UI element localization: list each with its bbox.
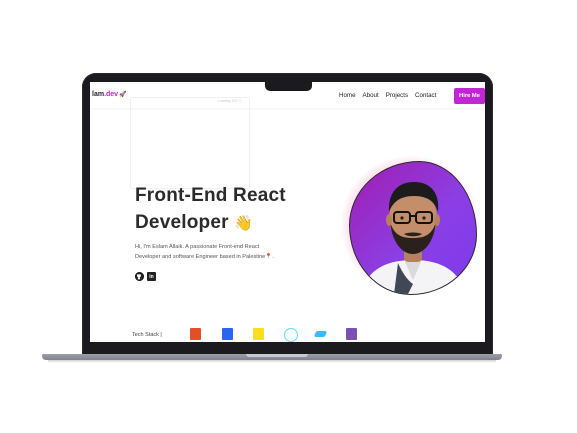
- waving-hand-icon: 👋: [234, 215, 254, 232]
- ghost-label: Loading 100 ⓘ: [218, 99, 242, 103]
- hero-title: Front-End React Developer 👋: [135, 182, 325, 237]
- tech-stack-label: Tech Stack |: [132, 332, 162, 338]
- social-links: in: [135, 272, 156, 281]
- profile-portrait: [349, 161, 477, 295]
- site-logo[interactable]: lam.dev🚀: [92, 91, 127, 98]
- bootstrap-icon: [346, 328, 357, 340]
- hero-description: Hi, I'm Eslam Allaik. A passionate Front…: [135, 242, 315, 262]
- hero-title-line2: Developer: [135, 212, 229, 233]
- hero-title-line2-wrap: Developer 👋: [135, 209, 325, 237]
- html5-icon: [190, 328, 201, 340]
- hero-desc-line1: Hi, I'm Eslam Allaik. A passionate Front…: [135, 244, 260, 250]
- nav-item-home[interactable]: Home: [339, 92, 356, 99]
- ghost-frame: [130, 97, 250, 189]
- laptop-screen: lam.dev🚀 Home About Projects Contact Hir…: [90, 82, 485, 342]
- linkedin-icon[interactable]: in: [147, 272, 156, 281]
- laptop-base-notch: [246, 354, 308, 357]
- rocket-icon: 🚀: [119, 92, 127, 98]
- camera-notch: [265, 82, 312, 91]
- github-icon[interactable]: [135, 272, 144, 281]
- tailwind-icon: [313, 331, 328, 337]
- hire-me-button[interactable]: Hire Me: [454, 88, 485, 104]
- person-illustration: [360, 182, 466, 294]
- javascript-icon: [253, 328, 264, 340]
- hero-desc-line2-wrap: Developer and software Engineer based in…: [135, 252, 315, 262]
- nav-item-projects[interactable]: Projects: [386, 92, 408, 99]
- hero-desc-line2: Developer and software Engineer based in…: [135, 254, 266, 260]
- hero-desc-end: .: [272, 254, 274, 260]
- nav-links: Home About Projects Contact: [339, 92, 436, 99]
- nav-item-about[interactable]: About: [363, 92, 379, 99]
- css3-icon: [222, 328, 233, 340]
- logo-suffix: .dev: [104, 91, 119, 98]
- laptop-base-shadow: [48, 360, 496, 363]
- react-icon: [284, 328, 298, 342]
- nav-item-contact[interactable]: Contact: [415, 92, 436, 99]
- hero-title-line1: Front-End React: [135, 185, 286, 206]
- logo-text: lam: [92, 91, 105, 98]
